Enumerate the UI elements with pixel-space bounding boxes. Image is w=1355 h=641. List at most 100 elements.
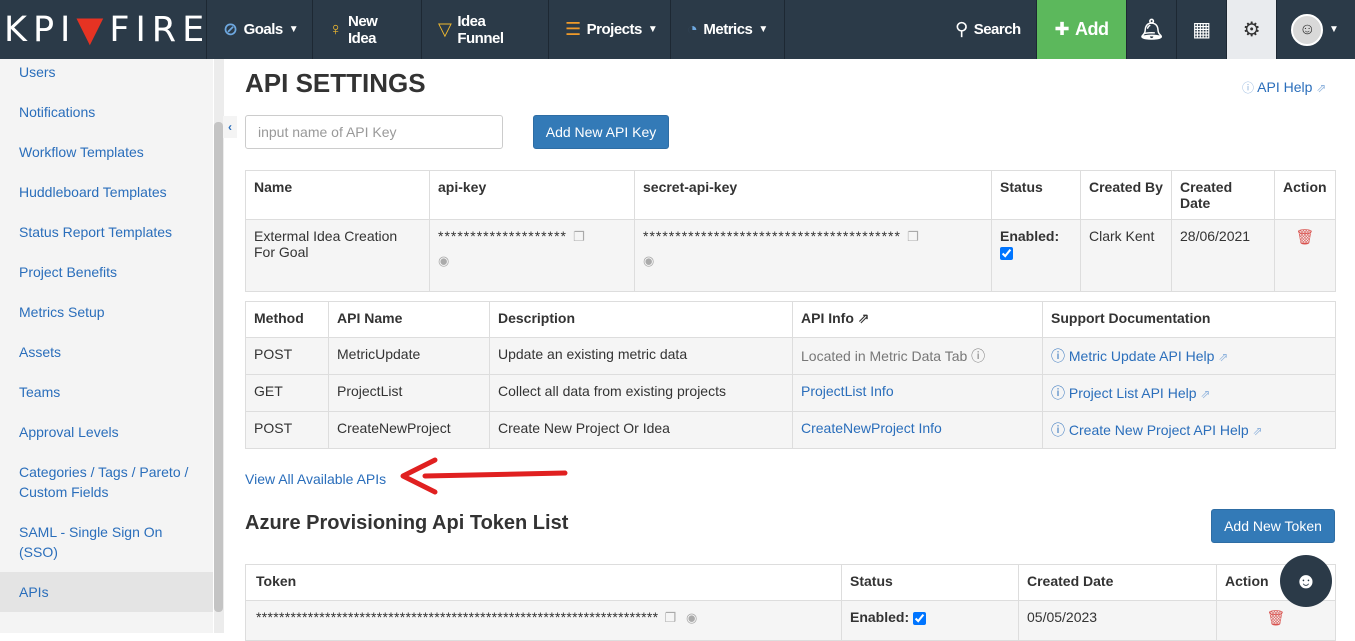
nav-search-label: Search (973, 21, 1022, 38)
trash-icon[interactable]: 🗑︎ (1266, 610, 1285, 627)
sidebar-item-apis[interactable]: APIs (19, 582, 49, 602)
column-header: secret-api-key (634, 170, 992, 220)
logo-text-post: FIRE (109, 9, 211, 50)
table-row: GET ProjectList Collect all data from ex… (245, 374, 1336, 412)
add-button[interactable]: ✚ Add (1037, 0, 1127, 59)
user-menu[interactable]: ☺ ▼ (1277, 0, 1355, 59)
api-info-text: Located in Metric Data Tab (801, 348, 968, 364)
doc-cell: ⓘ Metric Update API Help ⇗ (1042, 337, 1336, 375)
status-label: Enabled: (850, 609, 910, 625)
api-key-name: Extermal Idea Creation For Goal (245, 219, 430, 292)
nav-metrics[interactable]: ◔ Metrics ▼ (671, 0, 785, 59)
sidebar-item-approval-levels[interactable]: Approval Levels (19, 422, 119, 442)
azure-token-table: Token Status Created Date Action *******… (245, 564, 1336, 641)
sidebar-item-workflow-templates[interactable]: Workflow Templates (19, 142, 144, 162)
eye-icon[interactable]: ◉ (438, 253, 626, 269)
chatbot-button[interactable]: ☻ (1280, 555, 1332, 607)
sidebar-item-teams[interactable]: Teams (19, 382, 60, 402)
api-help-link[interactable]: ⓘ API Help ⇗ (1242, 79, 1326, 96)
sidebar-item-notifications[interactable]: Notifications (19, 102, 95, 122)
doc-cell: ⓘ Project List API Help ⇗ (1042, 374, 1336, 412)
sidebar-item-users[interactable]: Users (19, 62, 56, 82)
nav-idea-funnel-label: Idea Funnel (457, 12, 504, 47)
copy-icon[interactable]: ❐ (664, 610, 676, 625)
api-keys-table: Name api-key secret-api-key Status Creat… (245, 170, 1336, 292)
eye-icon[interactable]: ◉ (643, 253, 983, 269)
sidebar-item-assets[interactable]: Assets (19, 342, 61, 362)
kpifire-logo[interactable]: KPI ▼ FIRE (0, 0, 207, 59)
sidebar-item-saml[interactable]: SAML - Single Sign On (SSO) (19, 522, 189, 562)
azure-section-title: Azure Provisioning Api Token List (245, 512, 569, 534)
api-help-label: API Help (1257, 79, 1313, 95)
api-info-cell: Located in Metric Data Tab ⓘ (792, 337, 1043, 375)
column-header: API Info (801, 310, 854, 326)
doc-cell: ⓘ Create New Project API Help ⇗ (1042, 411, 1336, 449)
gear-icon: ⚙ (1242, 19, 1261, 41)
add-new-token-button[interactable]: Add New Token (1211, 509, 1335, 543)
question-circle-icon[interactable]: ⓘ (971, 348, 985, 364)
api-key-value: ******************** (438, 228, 567, 244)
status-label: Enabled: (1000, 228, 1060, 244)
column-header: API Name (328, 301, 490, 338)
copy-icon[interactable]: ❐ (573, 229, 585, 244)
action-cell: 🗑︎ (1216, 600, 1336, 641)
chevron-down-icon: ▼ (758, 24, 768, 35)
api-description: Create New Project Or Idea (489, 411, 793, 449)
collapse-sidebar-button[interactable]: ‹ (223, 116, 237, 138)
robot-icon: ☻ (1294, 568, 1318, 593)
column-header: Created By (1080, 170, 1172, 220)
doc-link[interactable]: ⓘ Project List API Help ⇗ (1051, 385, 1210, 401)
status-cell: Enabled: (991, 219, 1081, 292)
compass-icon: ⊘ (223, 19, 238, 39)
table-row: POST CreateNewProject Create New Project… (245, 411, 1336, 449)
sidebar-item-categories[interactable]: Categories / Tags / Pareto / Custom Fiel… (19, 462, 199, 502)
flame-icon: ▼ (76, 9, 110, 50)
doc-link[interactable]: ⓘ Create New Project API Help ⇗ (1051, 422, 1263, 438)
sidebar-item-project-benefits[interactable]: Project Benefits (19, 262, 117, 282)
settings-button[interactable]: ⚙ (1227, 0, 1277, 59)
question-circle-icon: ⓘ (1051, 422, 1065, 438)
doc-link-label: Create New Project API Help (1068, 422, 1249, 438)
view-all-apis-link[interactable]: View All Available APIs (245, 471, 386, 487)
table-header-row: Token Status Created Date Action (245, 564, 1336, 601)
question-circle-icon: ⓘ (1051, 348, 1065, 364)
column-header: Status (991, 170, 1081, 220)
api-info-link[interactable]: CreateNewProject Info (801, 420, 942, 436)
gauge-icon: ◔ (687, 19, 698, 39)
created-by: Clark Kent (1080, 219, 1172, 292)
nav-search[interactable]: ⚲ Search (939, 0, 1037, 59)
notifications-button[interactable]: 🔔︎ (1127, 0, 1177, 59)
sidebar-item-huddleboard-templates[interactable]: Huddleboard Templates (19, 182, 167, 202)
nav-idea-funnel[interactable]: ▽ Idea Funnel (422, 0, 549, 59)
api-info-link[interactable]: ProjectList Info (801, 383, 894, 399)
api-method: POST (245, 337, 329, 375)
question-circle-icon: ⓘ (1051, 385, 1065, 401)
trash-icon[interactable]: 🗑︎ (1295, 229, 1314, 246)
nav-projects[interactable]: ☰ Projects ▼ (549, 0, 671, 59)
nav-new-idea[interactable]: ♀ New Idea (313, 0, 422, 59)
api-description: Update an existing metric data (489, 337, 793, 375)
available-apis-table: Method API Name Description API Info ⇗ S… (245, 301, 1336, 449)
api-key-cell: ******************** ❐ ◉ (429, 219, 635, 292)
copy-icon[interactable]: ❐ (907, 229, 919, 244)
api-name: ProjectList (328, 374, 490, 412)
apps-button[interactable]: ▦ (1177, 0, 1227, 59)
nav-goals[interactable]: ⊘ Goals ▼ (207, 0, 313, 59)
sidebar-scrollbar-thumb[interactable] (214, 122, 223, 612)
api-description: Collect all data from existing projects (489, 374, 793, 412)
table-row: ****************************************… (245, 600, 1336, 641)
api-method: GET (245, 374, 329, 412)
doc-link[interactable]: ⓘ Metric Update API Help ⇗ (1051, 348, 1228, 364)
add-new-api-key-button[interactable]: Add New API Key (533, 115, 669, 149)
status-checkbox[interactable] (1000, 246, 1013, 260)
sidebar-item-metrics-setup[interactable]: Metrics Setup (19, 302, 105, 322)
api-info-cell: ProjectList Info (792, 374, 1043, 412)
column-header: Created Date (1018, 564, 1217, 601)
status-checkbox[interactable] (913, 611, 927, 625)
sidebar-item-status-report-templates[interactable]: Status Report Templates (19, 222, 172, 242)
chevron-down-icon: ▼ (647, 24, 658, 35)
page-title: API SETTINGS (245, 68, 426, 98)
eye-icon[interactable]: ◉ (686, 610, 697, 625)
api-key-name-input[interactable] (245, 115, 503, 149)
table-row: Extermal Idea Creation For Goal ********… (245, 219, 1336, 292)
